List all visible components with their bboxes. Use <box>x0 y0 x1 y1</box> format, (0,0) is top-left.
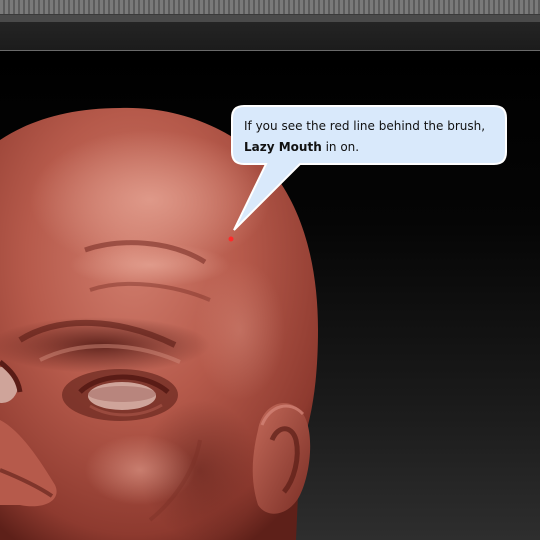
tooltip-line-1: If you see the red line behind the brush… <box>244 119 486 133</box>
eyeball-shade <box>88 386 156 402</box>
tooltip-line-2-rest: in on. <box>321 140 360 154</box>
temple-highlight <box>195 260 285 400</box>
head-sculpt[interactable] <box>0 0 540 540</box>
ear <box>252 402 311 514</box>
cheek-highlight <box>85 435 195 505</box>
tooltip-line-2: Lazy Mouth in on. <box>244 137 499 158</box>
tooltip-text: If you see the red line behind the brush… <box>244 116 499 158</box>
tooltip-emphasis: Lazy Mouth <box>244 140 322 154</box>
red-dot-icon[interactable] <box>228 236 234 242</box>
